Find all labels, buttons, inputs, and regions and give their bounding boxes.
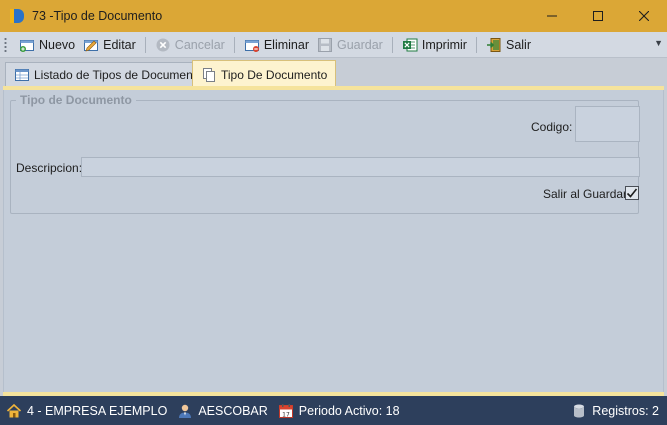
imprimir-button[interactable]: Imprimir bbox=[398, 34, 471, 56]
calendar-icon: 17 bbox=[278, 403, 293, 418]
nuevo-label: Nuevo bbox=[39, 37, 76, 52]
editar-label: Editar bbox=[103, 37, 136, 52]
delete-icon bbox=[244, 39, 259, 52]
codigo-label: Codigo: bbox=[531, 120, 573, 134]
editar-button[interactable]: Editar bbox=[79, 34, 140, 56]
imprimir-label: Imprimir bbox=[421, 37, 467, 52]
tab-listado[interactable]: Listado de Tipos de Documento bbox=[5, 62, 212, 87]
form-panel: Tipo de Documento Codigo: Descripcion: S… bbox=[3, 90, 664, 392]
toolbar-overflow-icon[interactable]: ▼ bbox=[654, 38, 663, 48]
salir-label: Salir bbox=[505, 37, 531, 52]
toolbar-grip[interactable] bbox=[4, 36, 7, 53]
periodo-text: Periodo Activo: 18 bbox=[298, 403, 400, 418]
toolbar-separator bbox=[475, 36, 477, 53]
status-registros: Registros: 2 bbox=[571, 396, 659, 425]
empresa-text: 4 - EMPRESA EJEMPLO bbox=[27, 403, 168, 418]
maximize-button[interactable] bbox=[575, 0, 621, 32]
eliminar-button[interactable]: Eliminar bbox=[240, 34, 313, 56]
status-bar: 4 - EMPRESA EJEMPLO AESCOBAR 17 Periodo … bbox=[0, 396, 667, 425]
minimize-button[interactable] bbox=[529, 0, 575, 32]
descripcion-label: Descripcion: bbox=[16, 161, 83, 175]
toolbar: Nuevo Editar Cancelar Eliminar Guardar I… bbox=[0, 32, 667, 58]
cancelar-button[interactable]: Cancelar bbox=[151, 34, 229, 56]
cancelar-label: Cancelar bbox=[174, 37, 225, 52]
salir-button[interactable]: Salir bbox=[482, 34, 535, 56]
tipo-documento-group: Tipo de Documento Codigo: Descripcion: S… bbox=[10, 93, 640, 214]
svg-text:17: 17 bbox=[282, 411, 290, 418]
exit-door-icon bbox=[486, 37, 501, 52]
status-usuario: AESCOBAR bbox=[177, 403, 268, 419]
tab-strip: Listado de Tipos de Documento Tipo De Do… bbox=[0, 58, 667, 88]
descripcion-input[interactable] bbox=[81, 157, 640, 177]
guardar-label: Guardar bbox=[336, 37, 383, 52]
tab-tipo-label: Tipo De Documento bbox=[221, 67, 328, 82]
salir-al-guardar-checkbox[interactable] bbox=[625, 186, 639, 200]
minimize-icon bbox=[547, 15, 557, 17]
home-icon bbox=[6, 403, 22, 417]
eliminar-label: Eliminar bbox=[263, 37, 309, 52]
status-empresa: 4 - EMPRESA EJEMPLO bbox=[6, 403, 167, 419]
excel-icon bbox=[402, 38, 418, 51]
maximize-icon bbox=[593, 11, 603, 21]
document-copy-icon bbox=[203, 67, 215, 82]
usuario-text: AESCOBAR bbox=[198, 403, 268, 418]
salir-al-guardar-label: Salir al Guardar bbox=[543, 187, 628, 201]
window-title: 73 -Tipo de Documento bbox=[32, 9, 163, 23]
title-bar: 73 -Tipo de Documento bbox=[0, 0, 667, 32]
registros-text: Registros: 2 bbox=[592, 403, 659, 418]
codigo-input[interactable] bbox=[575, 106, 640, 142]
table-list-icon bbox=[15, 69, 29, 81]
edit-icon bbox=[84, 39, 99, 51]
new-document-icon bbox=[20, 39, 34, 52]
user-icon bbox=[179, 404, 192, 418]
app-logo-icon bbox=[8, 7, 26, 25]
group-title: Tipo de Documento bbox=[16, 93, 136, 107]
save-icon bbox=[317, 37, 332, 52]
guardar-button[interactable]: Guardar bbox=[313, 34, 387, 56]
checkmark-icon bbox=[626, 188, 638, 198]
toolbar-separator bbox=[233, 36, 235, 53]
toolbar-separator bbox=[144, 36, 146, 53]
close-button[interactable] bbox=[621, 0, 667, 32]
close-icon bbox=[639, 11, 649, 21]
toolbar-separator bbox=[391, 36, 393, 53]
nuevo-button[interactable]: Nuevo bbox=[15, 34, 79, 56]
tab-tipo-de-documento[interactable]: Tipo De Documento bbox=[192, 60, 337, 88]
database-icon bbox=[574, 404, 585, 417]
cancel-icon bbox=[156, 38, 170, 51]
tab-listado-label: Listado de Tipos de Documento bbox=[34, 68, 203, 82]
status-periodo: 17 Periodo Activo: 18 bbox=[278, 403, 400, 419]
